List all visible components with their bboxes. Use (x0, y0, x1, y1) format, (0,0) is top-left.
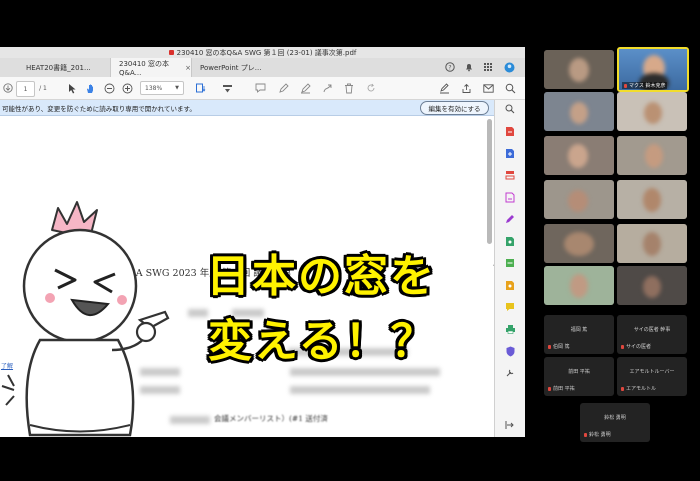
participant-name: 鈴松 勇明 (604, 415, 626, 421)
participant-video-tile[interactable] (617, 266, 687, 305)
mic-muted-icon (621, 386, 624, 391)
hand-tool-icon[interactable] (84, 81, 97, 95)
scrollbar[interactable] (487, 119, 492, 244)
collapse-sidebar-icon[interactable] (503, 418, 517, 432)
tab-label: PowerPoint プレ... (200, 63, 262, 72)
mail-icon[interactable] (481, 81, 495, 95)
chat-icon[interactable] (503, 300, 517, 314)
protected-view-bar: 可能性があり、変更を防ぐために読み取り専用で開かれています。 編集を有効にする (0, 100, 494, 116)
participant-video-tile[interactable] (544, 92, 614, 131)
tools-sidebar (494, 100, 525, 437)
draw-icon[interactable] (298, 81, 312, 95)
export-pdf-icon[interactable] (503, 124, 517, 138)
shield-icon[interactable] (503, 344, 517, 358)
pdf-toolbar: 1 / 1 138% ▼ (0, 77, 525, 100)
organize-pages-icon[interactable] (503, 168, 517, 182)
participant-name: サイの医者 幹事 (633, 327, 671, 333)
participant-video-tile[interactable] (617, 136, 687, 175)
participant-name-tile[interactable]: 福岡 篤 伯岡 篤 (544, 315, 614, 354)
comment-tool-icon[interactable] (503, 234, 517, 248)
tab-close-icon[interactable]: × (185, 64, 191, 72)
sign-pen-icon[interactable] (437, 81, 451, 95)
select-cursor-icon[interactable] (66, 81, 78, 95)
zoom-value: 138% (145, 84, 163, 92)
comment-icon[interactable] (253, 81, 267, 95)
scroll-mode-icon[interactable] (220, 81, 234, 95)
fit-page-icon[interactable] (194, 81, 208, 95)
zoom-search-icon[interactable] (503, 102, 517, 116)
search-icon[interactable] (503, 81, 517, 95)
stamp-icon[interactable] (320, 81, 334, 95)
participant-video-tile[interactable] (544, 180, 614, 219)
protect-doc-icon[interactable] (503, 278, 517, 292)
participant-video-tile[interactable] (544, 266, 614, 305)
account-avatar[interactable] (502, 60, 516, 74)
participant-video-tile[interactable] (544, 136, 614, 175)
svg-text:?: ? (448, 64, 451, 71)
tab-heat20-book[interactable]: HEAT20書籍_201... (18, 58, 110, 77)
window-titlebar: 230410 窓の本Q&A SWG 第１回 (23-01) 議事次第.pdf (0, 47, 525, 58)
participant-video-tile[interactable] (617, 92, 687, 131)
zoom-out-icon[interactable] (103, 81, 115, 95)
participant-name: 福岡 篤 (570, 327, 588, 333)
download-icon[interactable] (2, 81, 14, 95)
participant-video-tile[interactable] (617, 180, 687, 219)
mic-muted-icon (624, 83, 627, 88)
mascot-illustration (1, 201, 170, 437)
tab-label: HEAT20書籍_201... (26, 63, 91, 72)
participant-name-tile[interactable]: エアモルトルーバー エアモルトル (617, 357, 687, 396)
overlay-caption-line2: 変える！？ (208, 316, 437, 367)
edit-pdf-icon[interactable] (503, 190, 517, 204)
zoom-in-icon[interactable] (121, 81, 133, 95)
apps-grid-icon[interactable] (481, 60, 495, 74)
create-pdf-icon[interactable] (503, 146, 517, 160)
share-icon[interactable] (459, 81, 473, 95)
highlight-pen-icon[interactable] (276, 81, 290, 95)
blurred-text (290, 368, 440, 376)
enable-editing-button[interactable]: 編集を有効にする (420, 101, 489, 115)
tab-powerpoint[interactable]: PowerPoint プレ... (192, 58, 280, 77)
more-tools-icon[interactable] (503, 366, 517, 380)
page-total: / 1 (39, 84, 47, 92)
active-speaker-tile[interactable]: マクス 鈴木克彦 (617, 47, 689, 92)
zoom-level-select[interactable]: 138% ▼ (140, 81, 184, 95)
blurred-text (290, 386, 430, 394)
chevron-down-icon: ▼ (175, 85, 179, 91)
pdf-file-icon (168, 50, 174, 55)
tab-bar: HEAT20書籍_201... 230410 窓の本Q&A... × Power… (0, 58, 525, 78)
participant-name: 前田 平祐 (568, 369, 590, 375)
participant-name-tile[interactable]: 鈴松 勇明 鈴松 勇明 (580, 403, 650, 442)
mic-muted-icon (548, 344, 551, 349)
mic-muted-icon (584, 432, 587, 437)
tab-meeting-agenda[interactable]: 230410 窓の本Q&A... × (110, 58, 192, 77)
participant-video-tile[interactable] (544, 50, 614, 89)
participant-video-tile[interactable] (617, 224, 687, 263)
participant-video-tile[interactable] (544, 224, 614, 263)
participant-name: エアモルトルーバー (629, 369, 675, 375)
tab-label: 230410 窓の本Q&A... (119, 59, 169, 77)
window-title: 230410 窓の本Q&A SWG 第１回 (23-01) 議事次第.pdf (176, 48, 357, 57)
fill-sign-icon[interactable] (503, 212, 517, 226)
redo-icon[interactable] (364, 81, 378, 95)
protected-view-message: 可能性があり、変更を防ぐために読み取り専用で開かれています。 (2, 105, 196, 113)
member-list-line: 会議メンバーリスト）(#1 送付済 (214, 414, 328, 423)
participant-name-tile[interactable]: 前田 平祐 前田 平祐 (544, 357, 614, 396)
mic-muted-icon (548, 386, 551, 391)
help-icon[interactable]: ? (443, 60, 457, 74)
bell-icon[interactable] (462, 60, 476, 74)
print-icon[interactable] (503, 322, 517, 336)
participant-name-tile[interactable]: サイの医者 幹事 サイの医者 (617, 315, 687, 354)
mic-muted-icon (621, 344, 624, 349)
speaker-name-label: マクス 鈴木克彦 (622, 82, 668, 89)
overlay-caption-line1: 日本の窓を (206, 251, 436, 302)
trash-icon[interactable] (342, 81, 356, 95)
scan-icon[interactable] (503, 256, 517, 270)
page-number-input[interactable]: 1 (16, 81, 35, 97)
